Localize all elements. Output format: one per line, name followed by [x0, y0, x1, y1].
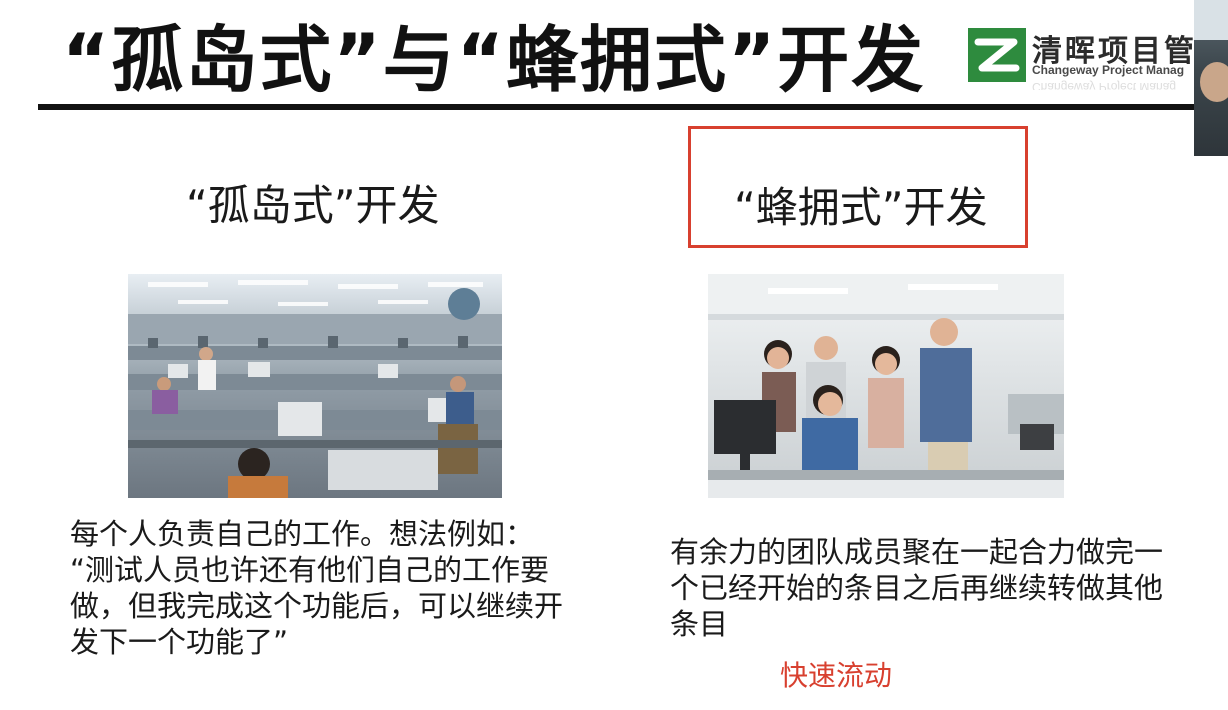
- silo-development-heading: “孤岛式”开发: [186, 181, 440, 230]
- description-line: “测试人员也许还有他们自己的工作要: [70, 553, 550, 587]
- description-line: 发下一个功能了”: [70, 625, 289, 659]
- swarming-development-heading: “蜂拥式”开发: [734, 183, 988, 232]
- webcam-person: [1200, 62, 1228, 102]
- webcam-background: [1194, 0, 1228, 40]
- office-scene-illustration: [128, 280, 502, 498]
- description-line: 每个人负责自己的工作。想法例如：: [70, 517, 535, 551]
- description-line: 有余力的团队成员聚在一起合力做完一: [670, 535, 1164, 569]
- team-scene-illustration: [708, 274, 1064, 498]
- title-underline: [38, 104, 1228, 110]
- company-logo: 清晖项目管 Changeway Project Manag Changeway …: [966, 20, 1228, 90]
- description-line: 条目: [670, 607, 729, 641]
- silo-development-description: 每个人负责自己的工作。想法例如： “测试人员也许还有他们自己的工作要 做，但我完…: [70, 516, 630, 660]
- logo-name-english: Changeway Project Manag: [1032, 63, 1185, 77]
- fast-flow-note: 快速流动: [780, 659, 893, 692]
- team-celebrating-photo: [708, 274, 1064, 498]
- swarming-development-description: 有余力的团队成员聚在一起合力做完一 个已经开始的条目之后再继续转做其他 条目: [670, 534, 1226, 642]
- slide-title: “孤岛式”与“蜂拥式”开发: [62, 18, 926, 102]
- office-cubicles-photo: [128, 274, 502, 498]
- changeway-logo-icon: [968, 28, 1026, 82]
- description-line: 做，但我完成这个功能后，可以继续开: [70, 589, 564, 623]
- webcam-overlay: [1194, 0, 1228, 156]
- description-line: 个已经开始的条目之后再继续转做其他: [670, 571, 1164, 605]
- logo-reflection: Changeway Project Manag: [1032, 80, 1177, 90]
